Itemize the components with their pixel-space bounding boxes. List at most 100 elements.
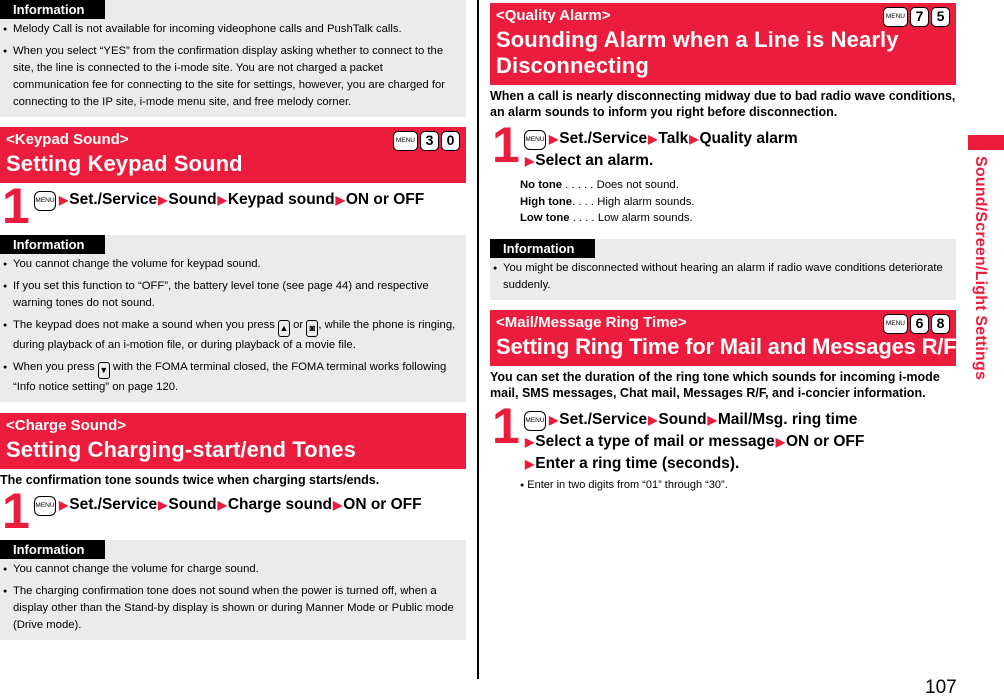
info-item: Melody Call is not available for incomin… (2, 21, 460, 38)
path-item: ON or OFF (345, 191, 425, 208)
arrow-icon: ▶ (333, 498, 343, 512)
info-item: You cannot change the volume for keypad … (2, 256, 460, 273)
info-item: You might be disconnected without hearin… (492, 260, 950, 294)
info-label: Information (0, 235, 105, 254)
section-lead: When a call is nearly disconnecting midw… (490, 89, 956, 119)
menu-key-icon: MENU (524, 130, 546, 150)
section-lead: You can set the duration of the ring ton… (490, 369, 940, 400)
arrow-icon: ▶ (335, 193, 345, 207)
digit-key-icon: 8 (931, 313, 950, 334)
info-label: Information (0, 0, 105, 19)
digit-key-icon: 5 (931, 7, 950, 27)
path-item: Select an alarm. (535, 152, 654, 169)
info-item: When you select “YES” from the confirmat… (2, 43, 460, 111)
menu-key-icon: MENU (392, 131, 418, 151)
step-number: 1 (2, 178, 30, 234)
step-number: 1 (2, 483, 30, 539)
path-item: Set./Service (69, 191, 158, 208)
arrow-icon: ▶ (549, 132, 559, 146)
arrow-icon: ▶ (158, 193, 168, 207)
info-box-quality: Information You might be disconnected wi… (490, 238, 956, 300)
shortcut-keys: MENU 7 5 (882, 7, 950, 27)
path-item: Sound (658, 410, 707, 428)
section-title: Setting Charging-start/end Tones (6, 437, 356, 462)
step-path: ▶Enter a ring time (seconds). (524, 453, 956, 475)
option-row: Low tone . . . . Low alarm sounds. (520, 212, 693, 224)
arrow-icon: ▶ (549, 412, 559, 427)
info-label: Information (0, 540, 105, 559)
step-path: ▶Select an alarm. (524, 150, 956, 172)
step-path: ▶Select a type of mail or message▶ON or … (524, 431, 956, 453)
path-item: Select a type of mail or message (535, 432, 775, 450)
alarm-options: No tone . . . . . Does not sound. High t… (490, 177, 956, 227)
step-charge: 1 MENU ▶Set./Service▶Sound▶Charge sound▶O… (0, 486, 466, 540)
info-label: Information (490, 238, 595, 258)
info-box-keypad: Information You cannot change the volume… (0, 235, 466, 402)
digit-key-icon: 3 (420, 131, 439, 151)
path-item: Enter a ring time (seconds). (535, 454, 740, 472)
path-item: ON or OFF (785, 432, 865, 450)
path-item: Mail/Msg. ring time (717, 410, 858, 428)
path-item: Set./Service (69, 496, 158, 513)
info-item: When you press ▼ with the FOMA terminal … (2, 359, 460, 396)
step-number: 1 (492, 117, 520, 173)
step-path: MENU ▶Set./Service▶Sound▶Charge sound▶ON … (34, 490, 466, 516)
digit-key-icon: 0 (441, 131, 460, 151)
arrow-icon: ▶ (525, 154, 535, 168)
menu-key-icon: MENU (882, 313, 908, 334)
path-item: Charge sound (227, 496, 333, 513)
down-key-icon: ▼ (97, 362, 110, 379)
arrow-icon: ▶ (158, 498, 168, 512)
section-subtitle: <Charge Sound> (6, 417, 127, 434)
camera-key-icon: ◙ (306, 320, 319, 337)
path-item: ON or OFF (343, 496, 422, 513)
shortcut-keys: MENU 6 8 (882, 313, 950, 334)
arrow-icon: ▶ (775, 434, 785, 449)
arrow-icon: ▶ (525, 456, 535, 471)
page-number: 107 (925, 677, 957, 697)
path-item: Talk (658, 130, 689, 147)
section-lead: The confirmation tone sounds twice when … (0, 473, 380, 487)
step-path: MENU ▶Set./Service▶Talk▶Quality alarm (524, 124, 956, 150)
arrow-icon: ▶ (525, 434, 535, 449)
arrow-icon: ▶ (689, 132, 699, 146)
arrow-icon: ▶ (59, 498, 69, 512)
step-number: 1 (492, 397, 520, 454)
path-item: Sound (168, 191, 217, 208)
column-divider (477, 0, 479, 679)
section-header-keypad: <Keypad Sound> Setting Keypad Sound MENU… (0, 127, 466, 183)
step-mail: 1 MENU ▶Set./Service▶Sound▶Mail/Msg. ring… (490, 401, 956, 475)
info-box-charge: Information You cannot change the volume… (0, 540, 466, 640)
section-header-quality: <Quality Alarm> Sounding Alarm when a Li… (490, 3, 956, 85)
info-item: The charging confirmation tone does not … (2, 583, 460, 634)
path-item: Set./Service (559, 410, 648, 428)
section-title: Setting Ring Time for Mail and Messages … (496, 333, 957, 359)
side-tab-marker (968, 135, 1004, 150)
section-header-mail: <Mail/Message Ring Time> Setting Ring Ti… (490, 309, 957, 366)
step-note: Enter in two digits from “01” through “3… (490, 479, 956, 491)
arrow-icon: ▶ (217, 193, 227, 207)
digit-key-icon: 6 (910, 313, 929, 334)
up-key-icon: ▲ (278, 320, 291, 337)
side-tab-label: Sound/Screen/Light Settings (972, 156, 989, 381)
menu-key-icon: MENU (34, 191, 56, 211)
arrow-icon: ▶ (59, 193, 69, 207)
option-row: High tone. . . . High alarm sounds. (520, 195, 695, 208)
info-item: You cannot change the volume for charge … (2, 561, 460, 578)
section-title: Sounding Alarm when a Line is Nearly Dis… (496, 27, 899, 78)
info-item: The keypad does not make a sound when yo… (2, 317, 460, 354)
info-box-melody: Information Melody Call is not available… (0, 0, 466, 117)
menu-key-icon: MENU (34, 496, 56, 516)
shortcut-keys: MENU 3 0 (392, 131, 460, 151)
step-path: MENU ▶Set./Service▶Sound▶Mail/Msg. ring t… (524, 405, 956, 431)
path-item: Quality alarm (699, 130, 798, 147)
arrow-icon: ▶ (648, 412, 658, 427)
option-row: No tone . . . . . Does not sound. (520, 179, 679, 191)
step-keypad: 1 MENU ▶Set./Service▶Sound▶Keypad sound▶O… (0, 181, 466, 235)
path-item: Set./Service (559, 130, 648, 147)
menu-key-icon: MENU (524, 410, 546, 431)
digit-key-icon: 7 (910, 7, 929, 27)
left-column: Information Melody Call is not available… (0, 0, 466, 640)
arrow-icon: ▶ (648, 132, 658, 146)
info-item: If you set this function to “OFF”, the b… (2, 278, 460, 312)
